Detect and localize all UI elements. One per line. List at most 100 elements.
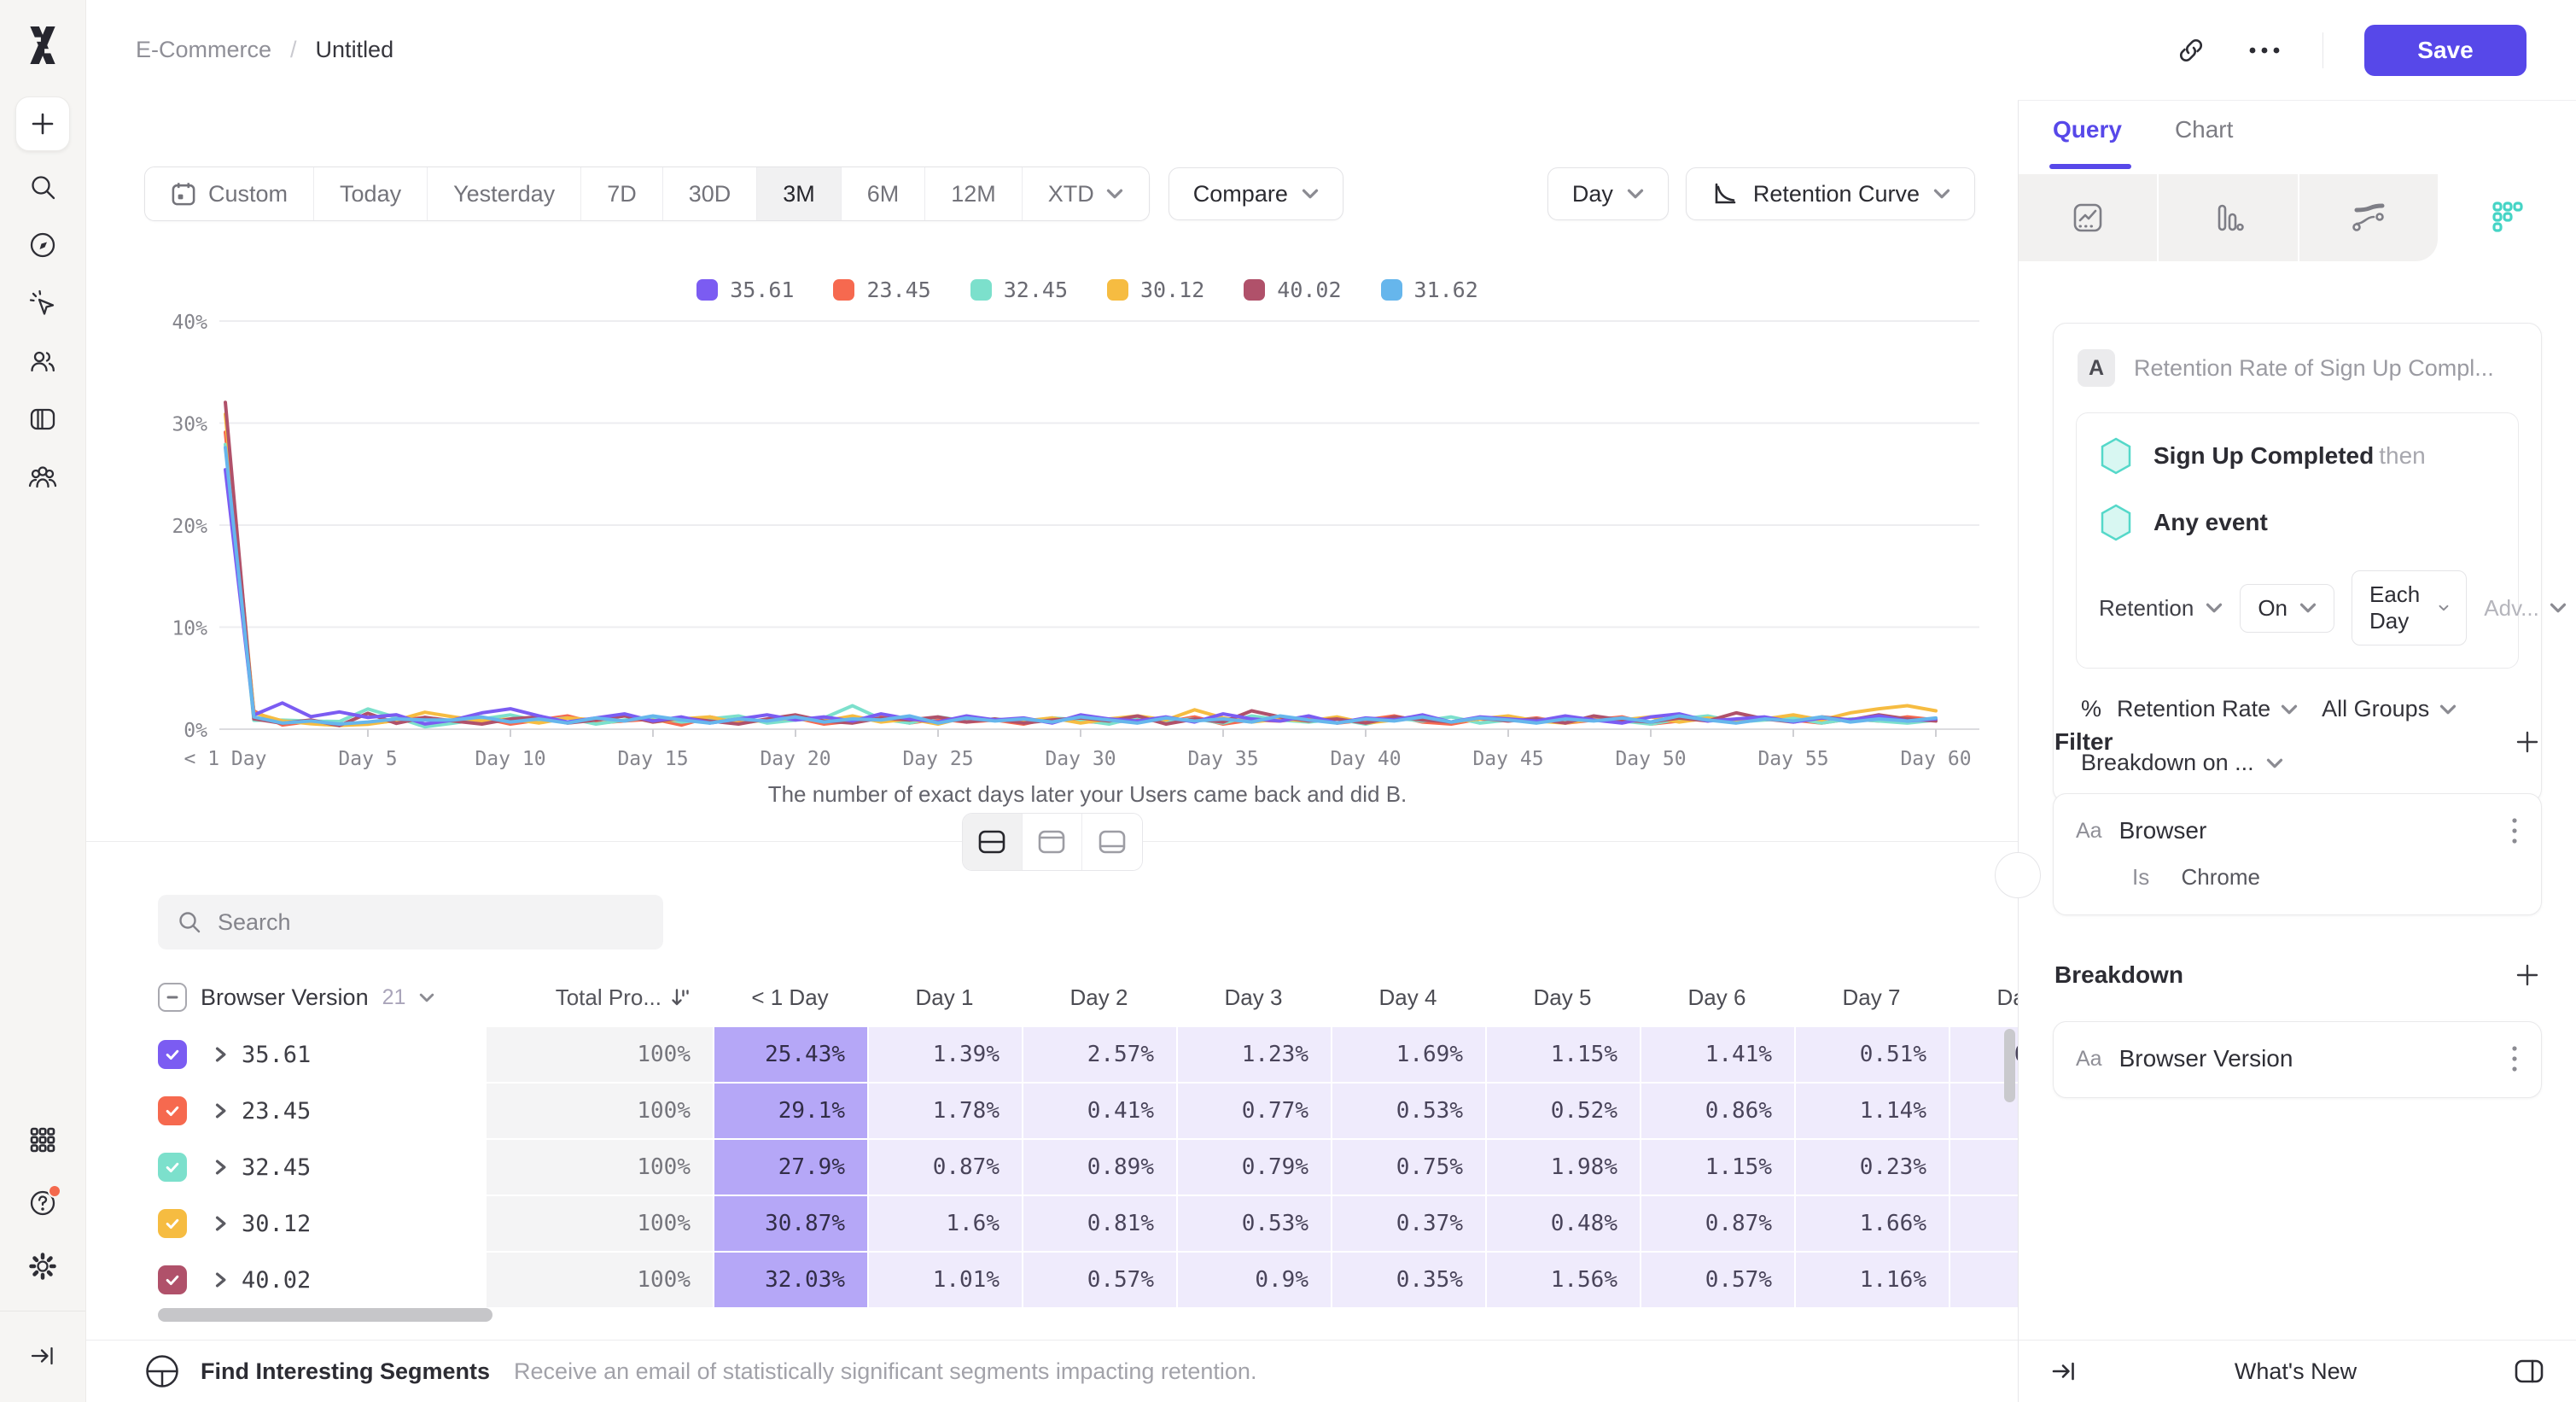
row-expander-icon[interactable] (211, 1214, 230, 1233)
gear-icon[interactable] (15, 1239, 70, 1294)
legend-item[interactable]: 32.45 (970, 277, 1068, 302)
legend-item[interactable]: 40.02 (1244, 277, 1341, 302)
collapse-panel-icon[interactable] (2049, 1357, 2078, 1386)
row-expander-icon[interactable] (211, 1271, 230, 1289)
row-checkbox[interactable] (158, 1096, 187, 1125)
add-filter-icon[interactable] (2515, 729, 2540, 755)
create-new-button[interactable] (15, 96, 70, 151)
search-icon[interactable] (15, 160, 70, 214)
day-column-header[interactable]: Day 6 (1640, 969, 1794, 1025)
tab-chart[interactable]: Chart (2175, 116, 2233, 155)
legend-item[interactable]: 31.62 (1381, 277, 1478, 302)
first-event-row[interactable]: Sign Up Completedthen (2099, 437, 2496, 475)
tab-query[interactable]: Query (2053, 116, 2122, 155)
metric-select[interactable]: Retention Rate (2117, 696, 2298, 722)
day-column-header[interactable]: Day 5 (1485, 969, 1640, 1025)
chart-only-view-button[interactable] (1023, 814, 1082, 870)
group-icon[interactable] (15, 450, 70, 505)
table-only-view-button[interactable] (1082, 814, 1142, 870)
svg-text:20%: 20% (172, 516, 207, 538)
day-column-header[interactable]: Day 4 (1331, 969, 1485, 1025)
kebab-menu-icon[interactable] (2510, 816, 2519, 845)
range-30d[interactable]: 30D (663, 167, 758, 220)
granularity-select[interactable]: Day (1547, 167, 1669, 220)
find-segments-link[interactable]: Find Interesting Segments (201, 1358, 490, 1385)
step-title[interactable]: Retention Rate of Sign Up Compl... (2134, 355, 2494, 382)
filter-card[interactable]: Aa Browser Is Chrome (2053, 793, 2542, 915)
save-button[interactable]: Save (2364, 25, 2526, 76)
retention-cell: 25.43% (713, 1027, 867, 1082)
segments-footer: Find Interesting Segments Receive an ema… (86, 1340, 2018, 1402)
second-event-row[interactable]: Any event (2099, 504, 2496, 541)
row-checkbox[interactable] (158, 1209, 187, 1238)
groups-select[interactable]: All Groups (2322, 696, 2457, 722)
row-checkbox[interactable] (158, 1153, 187, 1182)
split-view-button[interactable] (963, 814, 1023, 870)
flow-icon[interactable] (2298, 174, 2438, 261)
breadcrumb-report-title[interactable]: Untitled (316, 37, 394, 63)
filter-value[interactable]: Chrome (2181, 864, 2259, 890)
row-expander-icon[interactable] (211, 1158, 230, 1177)
breakdown-property[interactable]: Browser Version (2119, 1045, 2293, 1072)
total-column-header[interactable]: Total Pro... (556, 984, 661, 1011)
compare-button[interactable]: Compare (1169, 167, 1343, 220)
retention-line-chart[interactable]: 0%10%20%30%40%< 1 DayDay 5Day 10Day 15Da… (144, 304, 2018, 775)
whats-new-link[interactable]: What's New (2078, 1358, 2513, 1385)
apps-grid-icon[interactable] (15, 1113, 70, 1167)
select-all-checkbox[interactable] (158, 983, 187, 1012)
legend-item[interactable]: 35.61 (696, 277, 794, 302)
add-breakdown-icon[interactable] (2515, 962, 2540, 988)
sort-descending-icon[interactable] (670, 986, 692, 1008)
row-checkbox[interactable] (158, 1265, 187, 1294)
legend-item[interactable]: 23.45 (833, 277, 930, 302)
row-expander-icon[interactable] (211, 1045, 230, 1064)
day-column-header[interactable]: Day 7 (1794, 969, 1949, 1025)
filter-operator[interactable]: Is (2132, 864, 2149, 890)
panel-resize-handle[interactable] (1995, 852, 2041, 898)
chevron-down-icon[interactable] (419, 993, 434, 1002)
layout-columns-icon[interactable] (2513, 1357, 2545, 1386)
retention-icon[interactable] (2438, 174, 2576, 261)
each-day-select[interactable]: Each Day (2352, 570, 2467, 646)
insights-icon[interactable] (2019, 174, 2157, 261)
search-input[interactable] (218, 909, 644, 936)
boards-icon[interactable] (15, 392, 70, 447)
vertical-scrollbar-thumb[interactable] (2004, 1029, 2015, 1102)
breadcrumb-project[interactable]: E-Commerce (136, 37, 271, 63)
legend-item[interactable]: 30.12 (1107, 277, 1204, 302)
range-3m[interactable]: 3M (757, 167, 842, 220)
more-ellipsis-icon[interactable] (2247, 45, 2282, 55)
funnels-icon[interactable] (2157, 174, 2297, 261)
range-yesterday[interactable]: Yesterday (428, 167, 581, 220)
compass-icon[interactable] (15, 218, 70, 272)
on-select[interactable]: On (2240, 584, 2334, 633)
row-expander-icon[interactable] (211, 1101, 230, 1120)
row-checkbox[interactable] (158, 1040, 187, 1069)
help-icon[interactable] (15, 1176, 70, 1230)
filter-property[interactable]: Browser (2119, 817, 2207, 844)
range-6m[interactable]: 6M (842, 167, 926, 220)
day-column-header[interactable]: < 1 Day (713, 969, 867, 1025)
horizontal-scrollbar-thumb[interactable] (158, 1308, 492, 1322)
kebab-menu-icon[interactable] (2510, 1044, 2519, 1073)
collapse-sidebar-icon[interactable] (15, 1329, 70, 1383)
group-column-header[interactable]: Browser Version (201, 984, 369, 1011)
range-xtd[interactable]: XTD (1023, 167, 1149, 220)
mixpanel-logo[interactable] (27, 26, 58, 69)
total-cell: 100% (487, 1253, 713, 1307)
range-12m[interactable]: 12M (925, 167, 1023, 220)
users-icon[interactable] (15, 334, 70, 388)
range-custom[interactable]: Custom (145, 167, 314, 220)
day-column-header[interactable]: Day 8 (1949, 969, 2018, 1025)
chart-type-select[interactable]: Retention Curve (1686, 167, 1975, 220)
day-column-header[interactable]: Day 2 (1022, 969, 1176, 1025)
advanced-select[interactable]: Adv... (2484, 595, 2567, 622)
link-icon[interactable] (2176, 35, 2206, 66)
range-7d[interactable]: 7D (581, 167, 663, 220)
day-column-header[interactable]: Day 3 (1176, 969, 1331, 1025)
range-today[interactable]: Today (314, 167, 428, 220)
cursor-spark-icon[interactable] (15, 276, 70, 330)
day-column-header[interactable]: Day 1 (867, 969, 1022, 1025)
breakdown-card[interactable]: Aa Browser Version (2053, 1021, 2542, 1098)
retention-type-select[interactable]: Retention (2099, 595, 2223, 622)
